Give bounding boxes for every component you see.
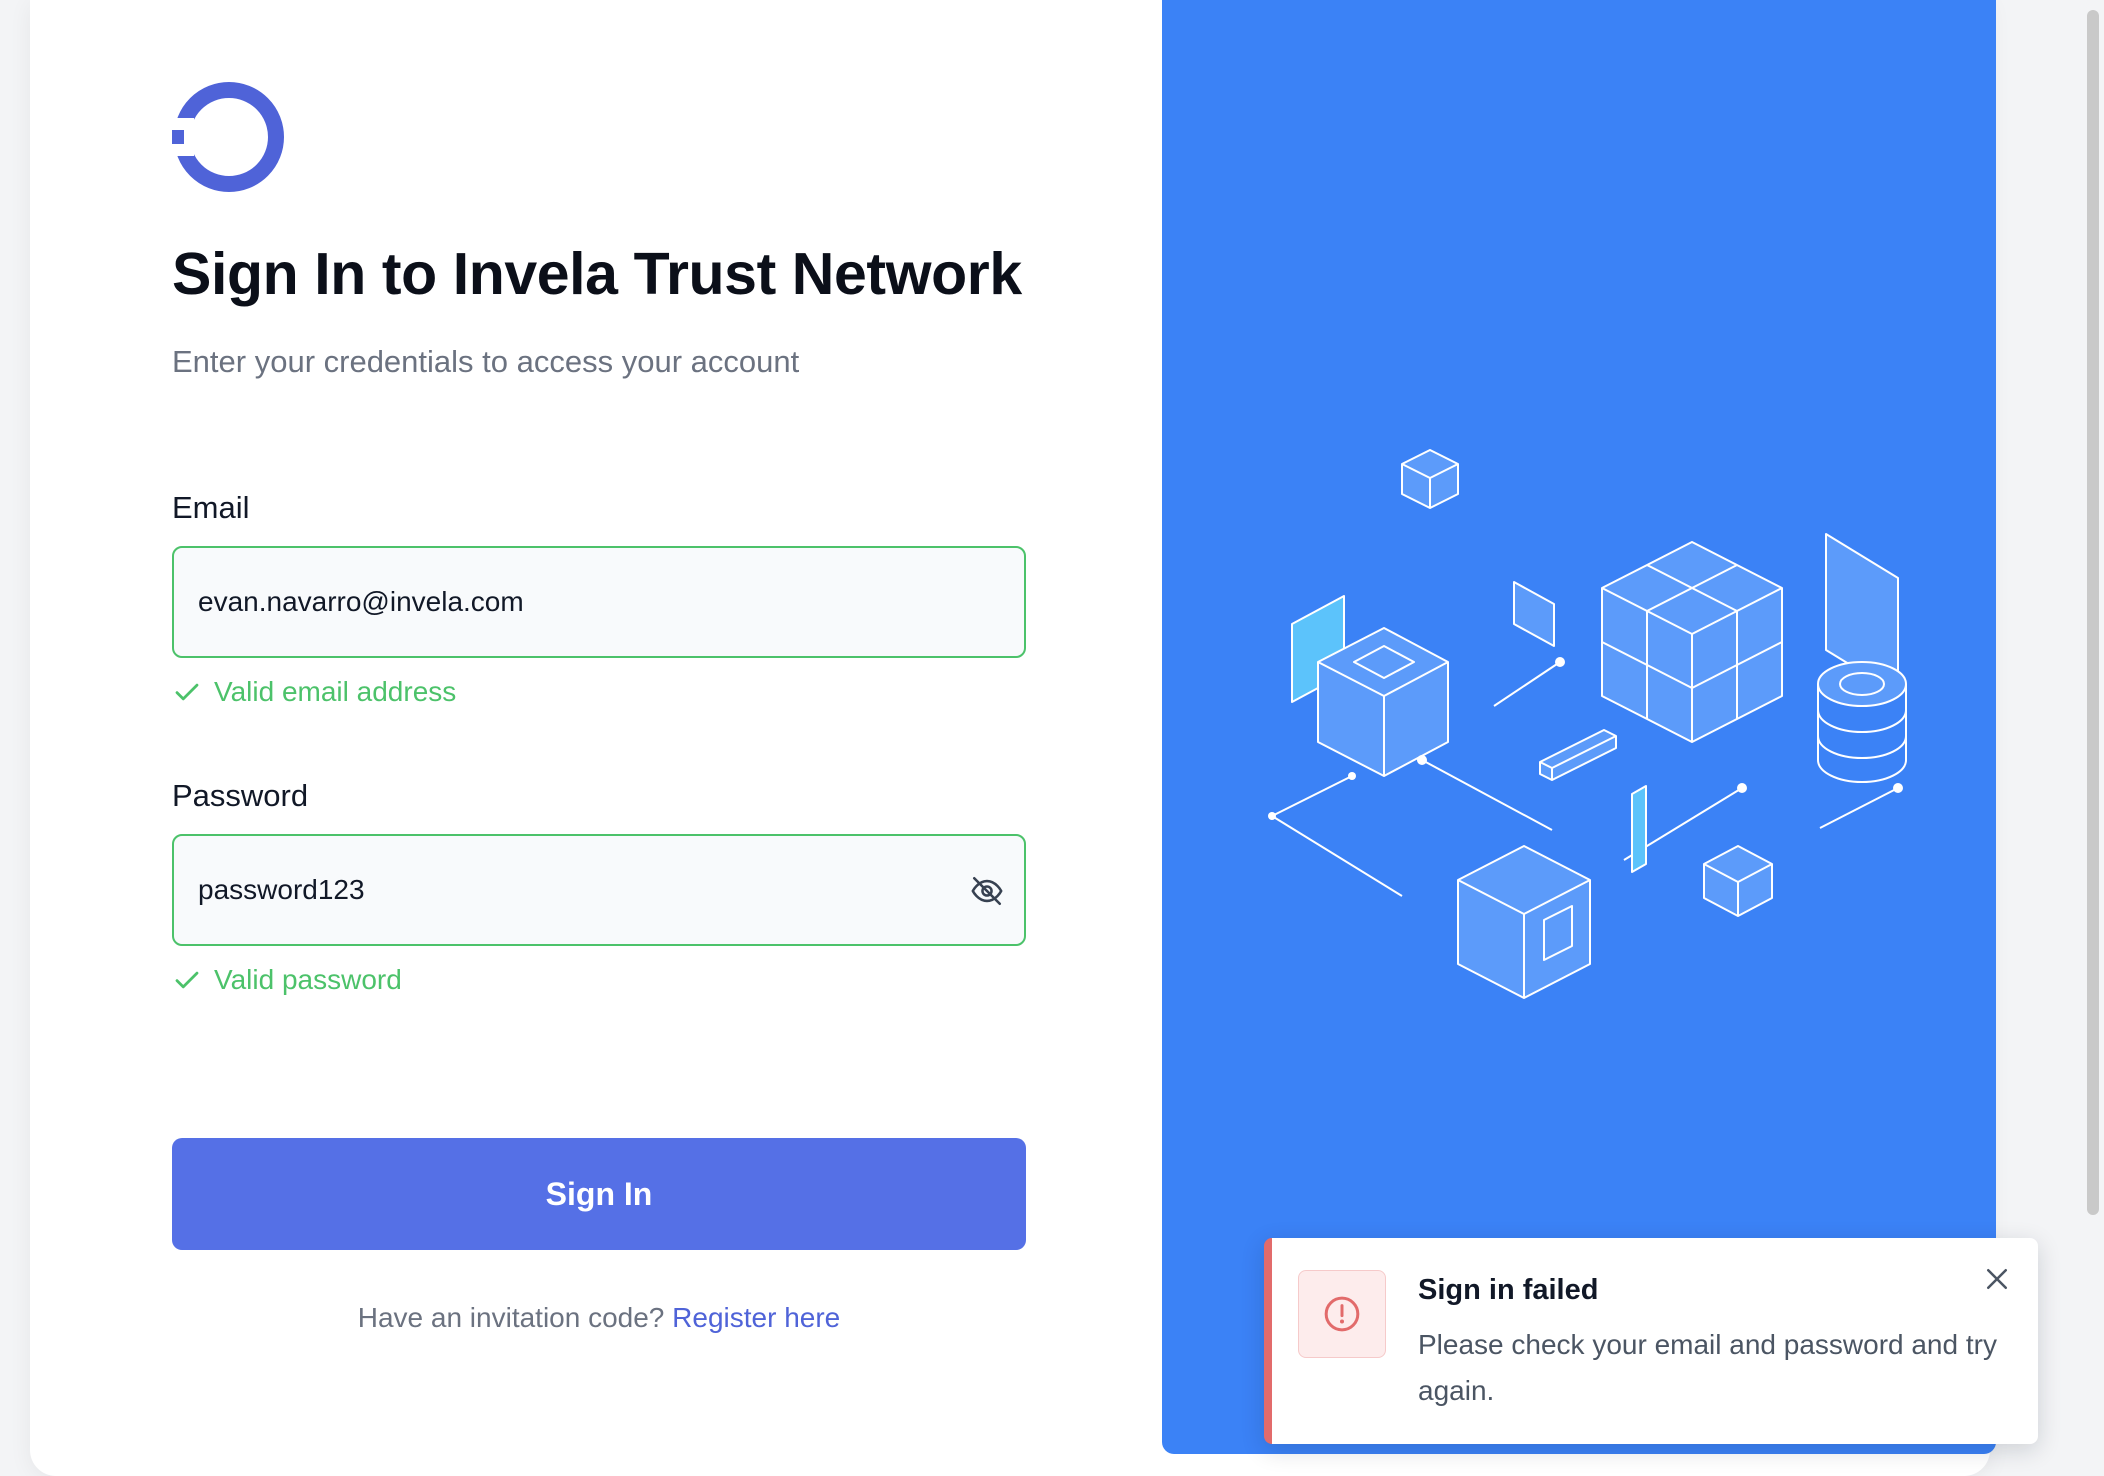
login-form-panel: Sign In to Invela Trust Network Enter yo… [172,0,1026,1476]
invitation-text: Have an invitation code? [357,1302,665,1333]
check-icon [175,683,199,701]
page-title: Sign In to Invela Trust Network [172,241,1022,307]
password-validation: Valid password [172,964,402,996]
password-validation-text: Valid password [214,964,402,995]
invela-logo [172,82,284,192]
illustration-panel [1162,0,1996,1454]
password-field[interactable]: password123 [172,834,1026,946]
sign-in-button[interactable]: Sign In [172,1138,1026,1250]
page-scrollbar[interactable] [2078,0,2104,1476]
eye-off-icon[interactable] [970,874,1004,908]
scrollbar-thumb[interactable] [2087,10,2099,1215]
email-field[interactable]: evan.navarro@invela.com [172,546,1026,658]
toast-message: Please check your email and password and… [1418,1329,1997,1406]
toast-title: Sign in failed [1418,1274,1599,1306]
invitation-prompt: Have an invitation code? Register here [172,1302,1026,1334]
email-value: evan.navarro@invela.com [198,586,524,617]
close-icon[interactable] [1982,1264,2012,1294]
email-validation: Valid email address [172,676,456,708]
password-label: Password [172,778,309,813]
register-link[interactable]: Register here [672,1302,840,1333]
alert-circle-icon [1298,1270,1386,1358]
error-toast: Sign in failed Please check your email a… [1264,1238,2038,1444]
password-value: password123 [198,874,365,905]
network-illustration [1268,449,1907,999]
email-label: Email [172,490,250,525]
page-subtitle: Enter your credentials to access your ac… [172,344,800,379]
email-validation-text: Valid email address [214,676,457,707]
check-icon [175,971,199,989]
